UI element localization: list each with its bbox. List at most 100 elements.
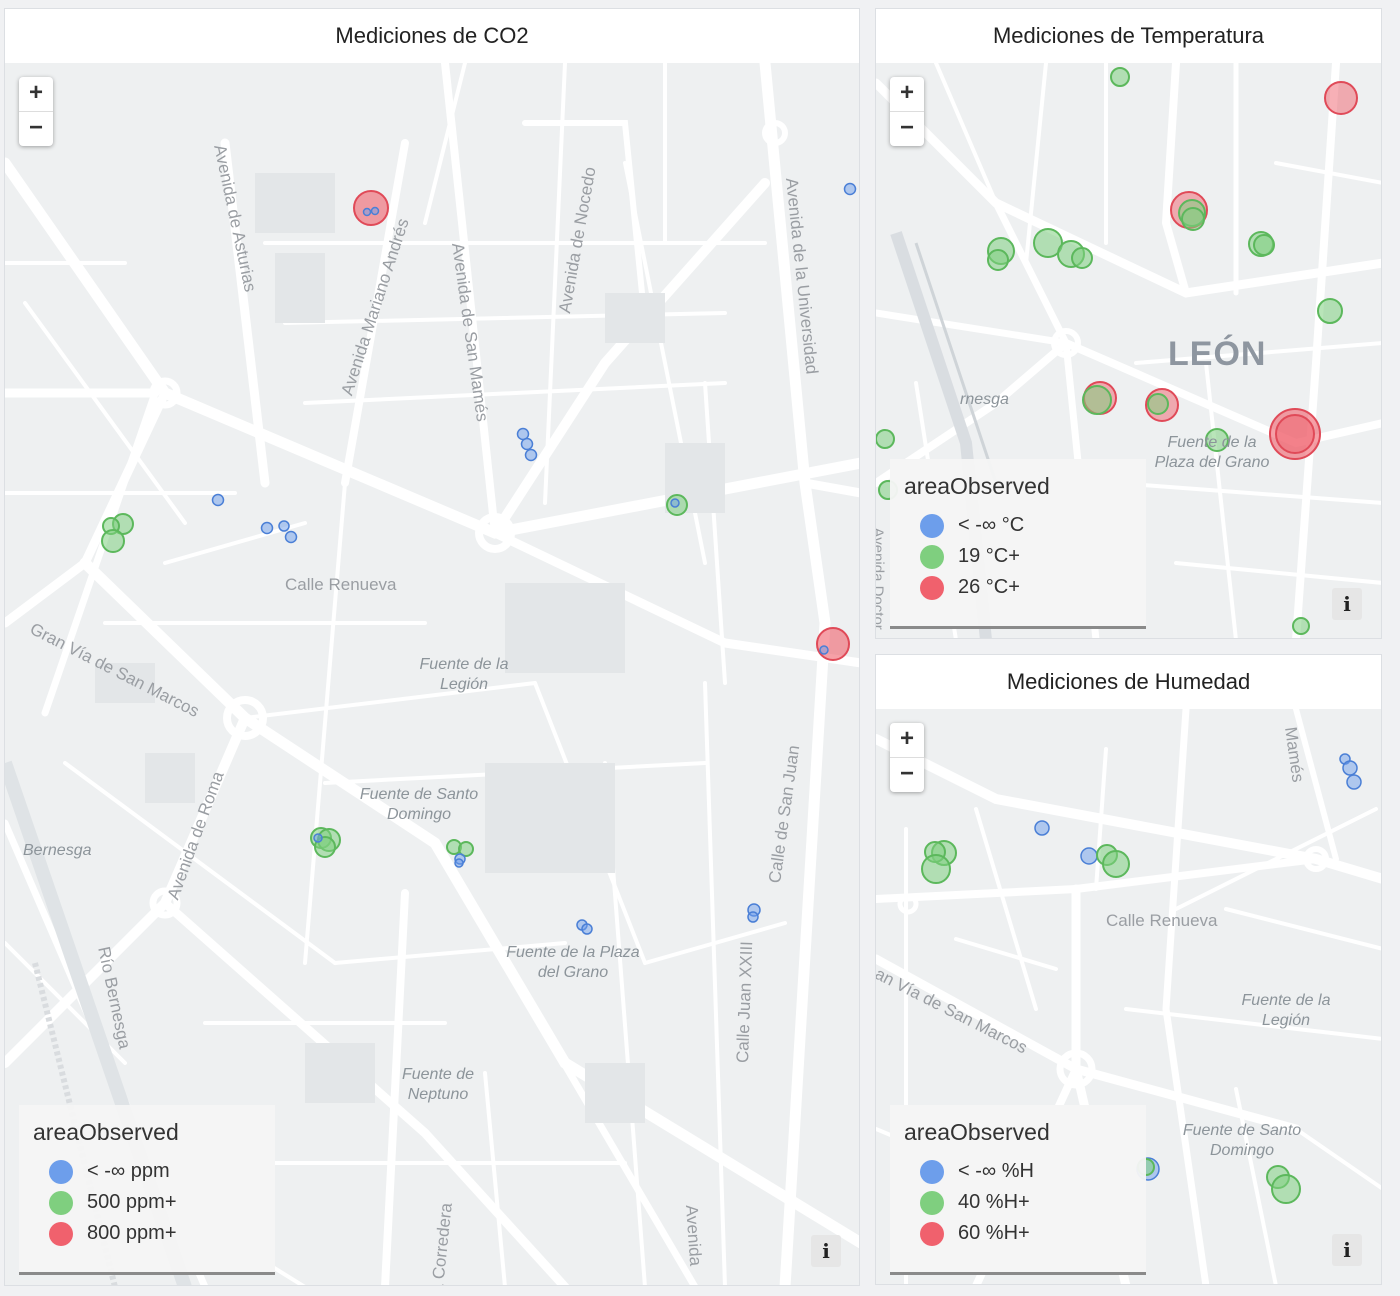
legend-swatch xyxy=(920,575,944,600)
zoom-out-button[interactable]: − xyxy=(19,112,53,146)
humidity-zoom-control: + − xyxy=(890,723,924,792)
co2-marker-blue xyxy=(278,520,290,532)
legend-swatch xyxy=(920,513,944,538)
temp-marker-green xyxy=(876,429,895,449)
legend-item: < -∞ °C xyxy=(904,510,1132,541)
hum-marker-blue xyxy=(1034,820,1050,836)
temperature-panel: Mediciones de Temperatura LEÓN Fuente de… xyxy=(875,8,1382,639)
humidity-panel: Mediciones de Humedad Calle Renueva an V… xyxy=(875,654,1382,1285)
legend-label: 40 %H+ xyxy=(958,1191,1030,1213)
legend-item: 800 ppm+ xyxy=(33,1218,261,1249)
legend-label: 800 ppm+ xyxy=(87,1222,177,1244)
hum-marker-green xyxy=(921,854,951,884)
street-label: Calle Renueva xyxy=(1106,911,1218,930)
co2-zoom-control: + − xyxy=(19,77,53,146)
legend-item: 40 %H+ xyxy=(904,1187,1132,1218)
place-label: Fuente de Santo Domingo xyxy=(1182,1122,1302,1159)
co2-marker-blue xyxy=(670,498,680,508)
co2-marker-blue xyxy=(454,858,464,868)
co2-panel-title: Mediciones de CO2 xyxy=(5,9,859,63)
temp-marker-green xyxy=(1071,247,1093,269)
temp-marker-green xyxy=(1110,67,1130,87)
legend-swatch xyxy=(49,1190,73,1215)
co2-marker-blue xyxy=(520,437,534,451)
co2-marker-blue xyxy=(581,923,593,935)
legend-label: < -∞ %H xyxy=(958,1160,1034,1182)
legend-swatch xyxy=(920,544,944,569)
legend-title: areaObserved xyxy=(33,1119,179,1145)
co2-map[interactable]: Avenida de Asturias Avenida Mariano Andr… xyxy=(5,63,859,1285)
co2-marker-blue xyxy=(260,521,274,535)
legend-swatch xyxy=(920,1159,944,1184)
temp-marker-green xyxy=(1147,393,1169,415)
co2-marker-green xyxy=(101,529,125,553)
zoom-in-button[interactable]: + xyxy=(890,723,924,758)
co2-marker-red xyxy=(353,190,389,226)
temperature-panel-title: Mediciones de Temperatura xyxy=(876,9,1381,63)
co2-marker-blue xyxy=(819,645,829,655)
humidity-panel-title: Mediciones de Humedad xyxy=(876,655,1381,709)
hum-marker-green xyxy=(1271,1174,1301,1204)
zoom-out-button[interactable]: − xyxy=(890,112,924,146)
temp-marker-green xyxy=(1253,234,1275,256)
co2-marker-blue xyxy=(211,493,225,507)
place-label: Fuente de Neptuno xyxy=(401,1066,475,1103)
info-button[interactable]: i xyxy=(1332,1234,1362,1266)
hum-marker-blue xyxy=(1342,760,1358,776)
place-label: Bernesga xyxy=(23,842,92,859)
legend-label: 19 °C+ xyxy=(958,545,1020,567)
legend-label: 500 ppm+ xyxy=(87,1191,177,1213)
temp-marker-green xyxy=(1292,617,1310,635)
co2-marker-blue xyxy=(524,448,538,462)
temp-marker-green xyxy=(1317,298,1343,324)
place-label: Fuente de la Legión xyxy=(1241,992,1331,1029)
co2-marker-blue xyxy=(843,182,857,196)
street-label: Calle Renueva xyxy=(285,575,397,594)
legend-title: areaObserved xyxy=(904,473,1050,499)
temperature-map[interactable]: LEÓN Fuente de la Plaza del Grano rnesga… xyxy=(876,63,1381,638)
co2-marker-red xyxy=(816,627,850,661)
city-label: LEÓN xyxy=(1168,335,1267,373)
legend-swatch xyxy=(920,1190,944,1215)
place-label: Fuente de la Plaza del Grano xyxy=(1154,434,1270,471)
legend-label: < -∞ °C xyxy=(958,514,1025,536)
street-label: Avenida xyxy=(682,1204,706,1267)
info-button[interactable]: i xyxy=(1332,588,1362,620)
co2-legend: areaObserved < -∞ ppm 500 ppm+ 800 ppm+ xyxy=(19,1105,275,1275)
legend-label: 26 °C+ xyxy=(958,576,1020,598)
place-label: Fuente de Santo Domingo xyxy=(359,786,479,823)
place-label: rnesga xyxy=(960,391,1009,408)
legend-item: 26 °C+ xyxy=(904,572,1132,603)
legend-item: < -∞ ppm xyxy=(33,1156,261,1187)
legend-swatch xyxy=(920,1221,944,1246)
place-label: Fuente de la Plaza del Grano xyxy=(506,944,640,981)
co2-panel: Mediciones de CO2 Avenida de Asturias Av… xyxy=(4,8,860,1286)
place-label: Fuente de la Legión xyxy=(419,656,509,693)
zoom-in-button[interactable]: + xyxy=(19,77,53,112)
humidity-map[interactable]: Calle Renueva an Vía de San Marcos Mamés… xyxy=(876,709,1381,1284)
co2-marker-blue xyxy=(362,207,372,217)
hum-marker-blue xyxy=(1080,847,1098,865)
legend-item: 60 %H+ xyxy=(904,1218,1132,1249)
street-label: Avenida Doctor xyxy=(876,527,887,630)
temp-marker-red xyxy=(1275,414,1315,454)
info-button[interactable]: i xyxy=(811,1235,841,1267)
legend-label: < -∞ ppm xyxy=(87,1160,170,1182)
zoom-in-button[interactable]: + xyxy=(890,77,924,112)
co2-marker-blue xyxy=(370,206,380,216)
temp-marker-red xyxy=(1324,81,1358,115)
zoom-out-button[interactable]: − xyxy=(890,758,924,792)
temp-marker-green xyxy=(1082,385,1112,415)
legend-item: 500 ppm+ xyxy=(33,1187,261,1218)
hum-marker-green xyxy=(1102,850,1130,878)
co2-marker-blue xyxy=(284,530,298,544)
legend-title: areaObserved xyxy=(904,1119,1050,1145)
legend-swatch xyxy=(49,1221,73,1246)
temperature-zoom-control: + − xyxy=(890,77,924,146)
temp-marker-green xyxy=(987,249,1009,271)
co2-marker-blue xyxy=(313,833,323,843)
temp-marker-green xyxy=(1181,207,1205,231)
legend-label: 60 %H+ xyxy=(958,1222,1030,1244)
humidity-legend: areaObserved < -∞ %H 40 %H+ 60 %H+ xyxy=(890,1105,1146,1275)
legend-swatch xyxy=(49,1159,73,1184)
